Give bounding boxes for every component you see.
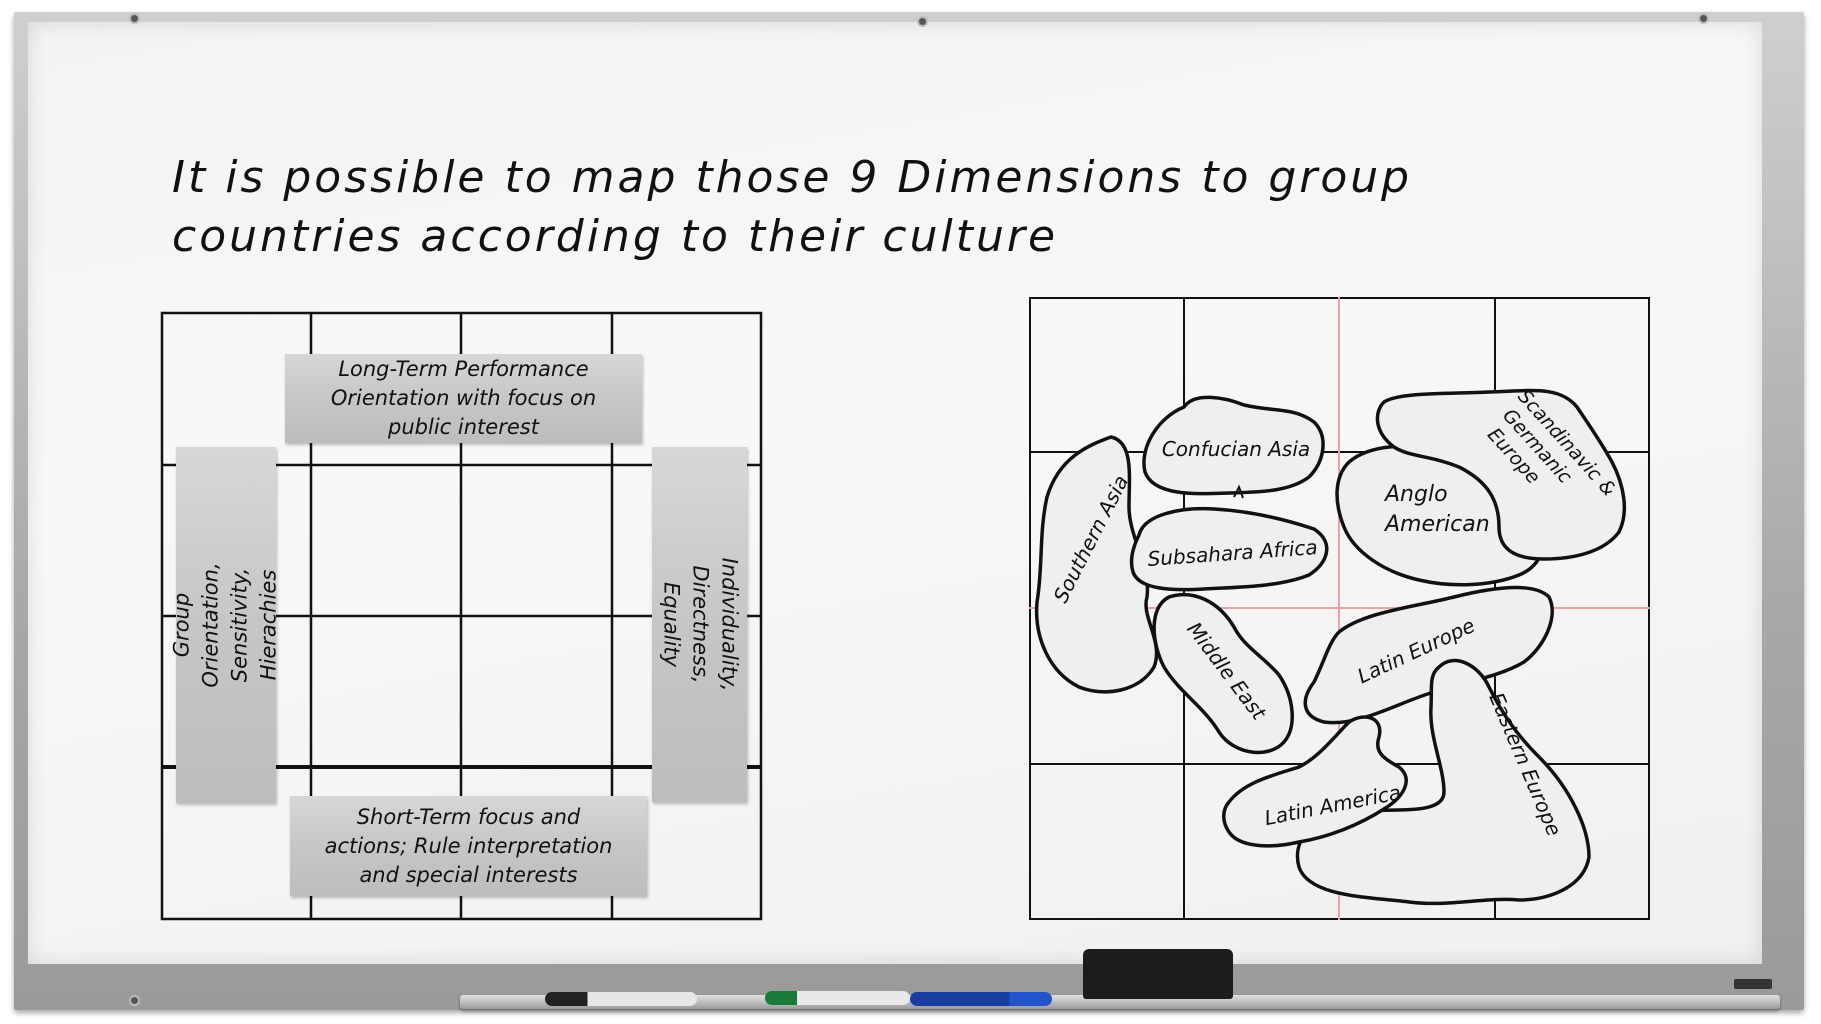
dimension-individuality-label: Individuality, Directness, Equality: [659, 557, 742, 692]
blue-marker: [910, 992, 1052, 1006]
black-marker: [545, 992, 697, 1006]
brand-label: [1734, 979, 1772, 989]
page-title: It is possible to map those 9 Dimensions…: [172, 152, 1413, 262]
rivet: [131, 997, 138, 1004]
eraser: [1083, 949, 1233, 999]
dimension-long-term-label: Long-Term Performance Orientation with f…: [330, 357, 597, 439]
dimension-individuality-box: Individuality, Directness, Equality: [652, 447, 747, 802]
region-label-anglo: Anglo: [1383, 482, 1448, 507]
dimension-short-term-label: Short-Term focus and actions; Rule inter…: [324, 804, 613, 887]
rivet: [919, 18, 926, 25]
rivet: [1700, 15, 1707, 22]
region-label-american: American: [1383, 512, 1490, 537]
dimension-long-term-box: Long-Term Performance Orientation with f…: [285, 354, 642, 443]
green-marker: [765, 991, 910, 1005]
dimension-short-term-box: Short-Term focus and actions; Rule inter…: [290, 796, 647, 896]
dimension-group-orientation-label: Group Orientation, Sensitivity, Hierachi…: [170, 562, 282, 688]
dimension-group-orientation-box: Group Orientation, Sensitivity, Hierachi…: [170, 447, 281, 803]
rivet: [131, 15, 138, 22]
culture-cluster-map: Confucian Asia Southern Asia Subsahara A…: [1029, 297, 1650, 920]
region-label-confucian-asia: Confucian Asia: [1162, 437, 1310, 461]
